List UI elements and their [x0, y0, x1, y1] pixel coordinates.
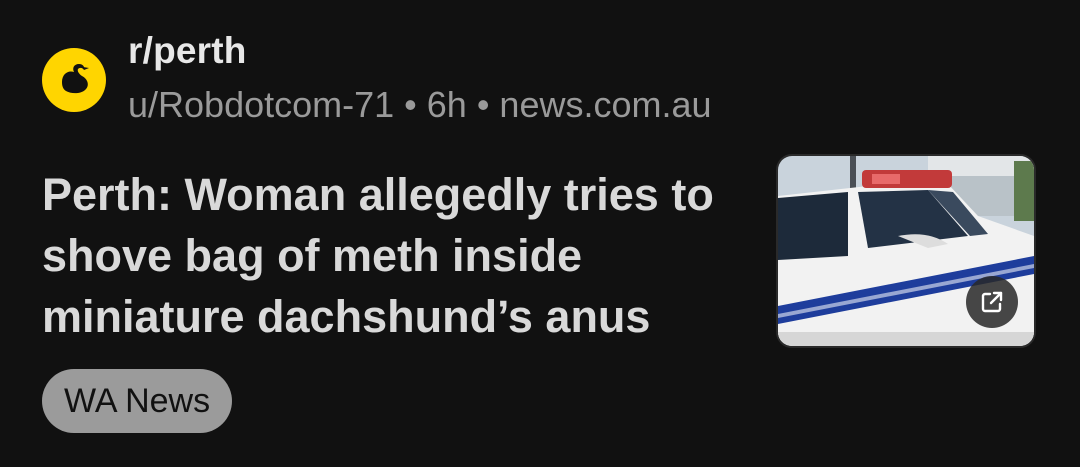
subreddit-name[interactable]: r/perth	[128, 30, 247, 72]
link-thumbnail[interactable]	[776, 154, 1036, 348]
post-flair[interactable]: WA News	[42, 369, 233, 433]
author-link[interactable]: u/Robdotcom-71	[128, 84, 394, 125]
post-card[interactable]: r/perth u/Robdotcom-71 • 6h • news.com.au Pe…	[0, 0, 1080, 467]
black-swan-icon	[62, 64, 89, 94]
subreddit-avatar[interactable]	[42, 48, 106, 112]
external-link-icon	[981, 291, 1003, 313]
meta-separator: •	[476, 84, 490, 125]
post-age: 6h	[426, 84, 467, 125]
open-external-button[interactable]	[966, 276, 1018, 328]
source-domain[interactable]: news.com.au	[499, 84, 711, 125]
post-meta: u/Robdotcom-71 • 6h • news.com.au	[128, 84, 712, 126]
meta-separator: •	[404, 84, 417, 125]
post-title[interactable]: Perth: Woman allegedly tries to shove ba…	[42, 164, 752, 347]
